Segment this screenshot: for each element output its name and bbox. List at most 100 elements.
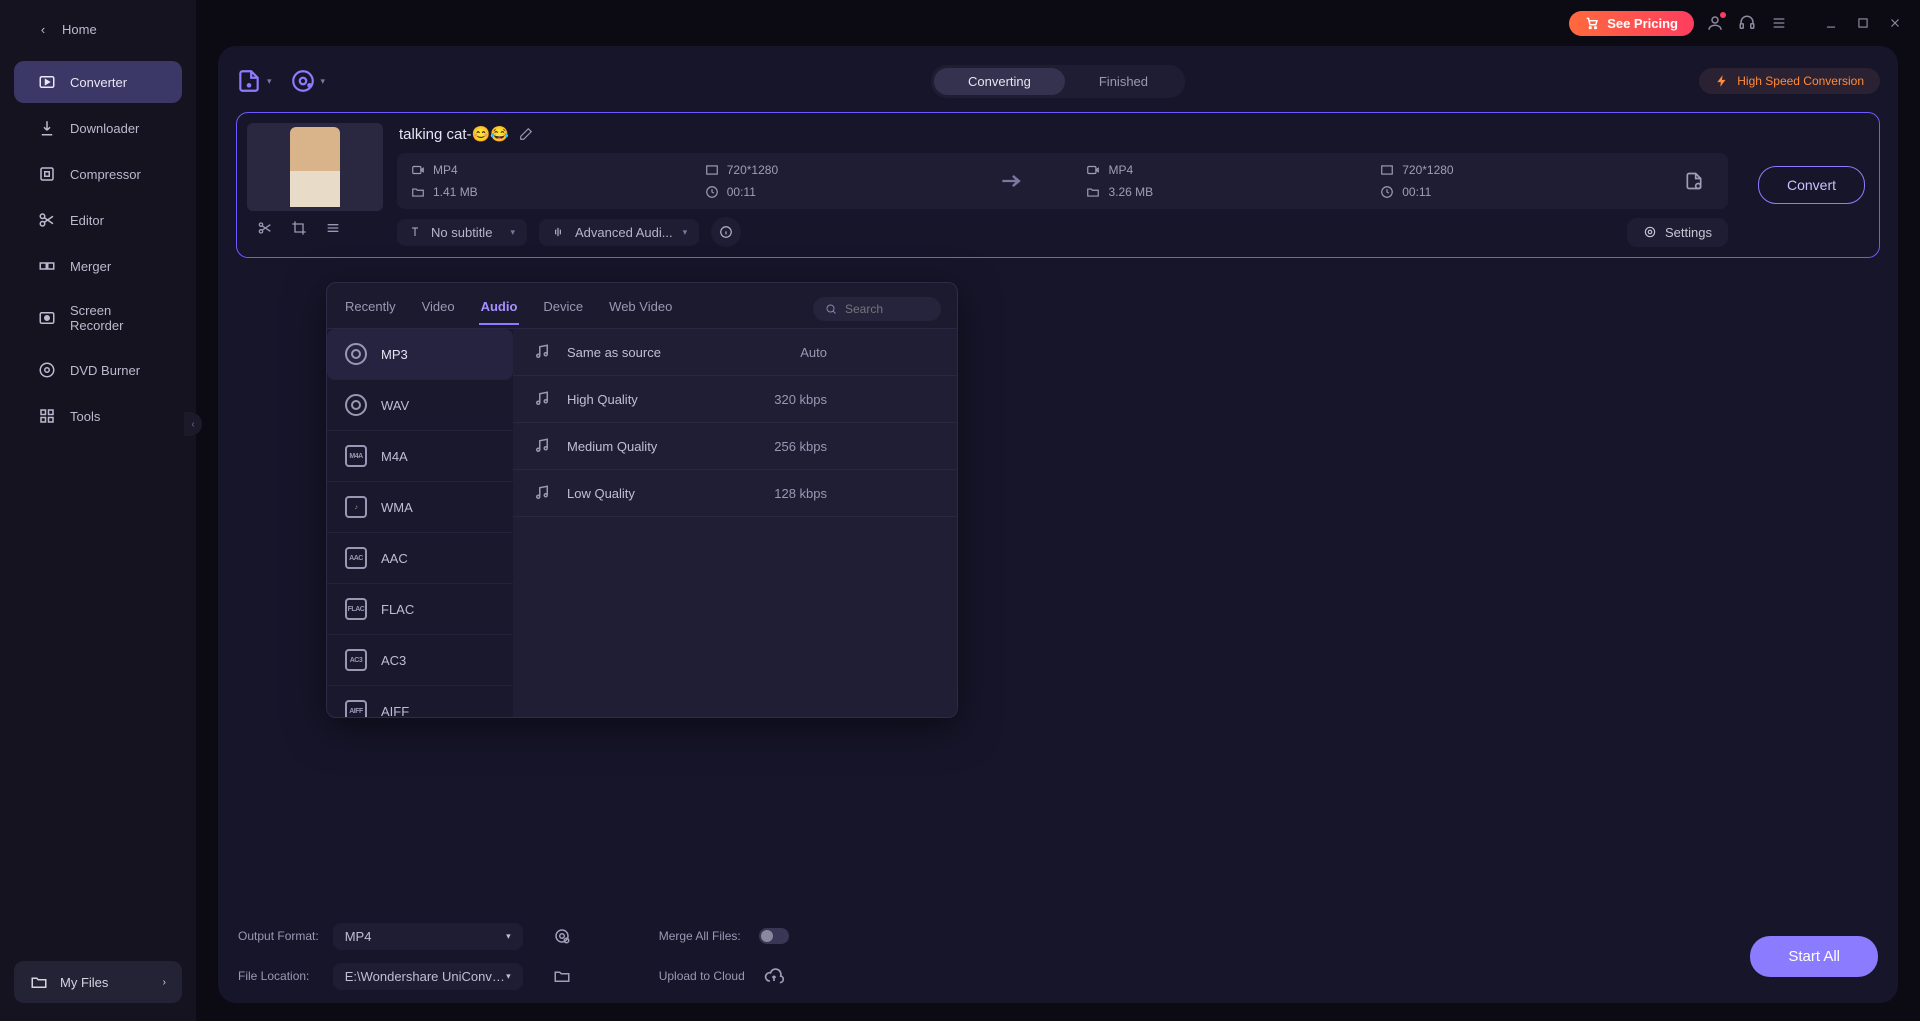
file-location-select[interactable]: E:\Wondershare UniConverter 1 ▾ bbox=[333, 963, 523, 990]
cloud-upload-button[interactable] bbox=[759, 961, 789, 991]
format-label: MP3 bbox=[381, 347, 408, 362]
format-item-aiff[interactable]: AIFFAIFF bbox=[327, 686, 513, 717]
scissors-icon bbox=[38, 211, 56, 229]
sidebar-home-label: Home bbox=[62, 22, 97, 37]
file-settings-button[interactable]: Settings bbox=[1627, 218, 1728, 247]
sidebar-item-dvd-burner[interactable]: DVD Burner bbox=[14, 349, 182, 391]
quality-low[interactable]: Low Quality 128 kbps bbox=[513, 470, 957, 517]
format-label: AAC bbox=[381, 551, 408, 566]
format-search[interactable] bbox=[813, 297, 941, 321]
quality-same-as-source[interactable]: Same as source Auto bbox=[513, 329, 957, 376]
format-tab-device[interactable]: Device bbox=[541, 293, 585, 324]
sidebar-item-editor[interactable]: Editor bbox=[14, 199, 182, 241]
lightning-icon bbox=[1715, 74, 1729, 88]
resolution-icon bbox=[1380, 163, 1394, 177]
quality-name: Medium Quality bbox=[567, 439, 657, 454]
format-item-m4a[interactable]: M4AM4A bbox=[327, 431, 513, 482]
output-format-select[interactable]: MP4 ▾ bbox=[333, 923, 523, 950]
edit-title-icon[interactable] bbox=[519, 127, 533, 141]
format-item-mp3[interactable]: MP3 bbox=[327, 329, 513, 380]
quality-high[interactable]: High Quality 320 kbps bbox=[513, 376, 957, 423]
close-button[interactable] bbox=[1884, 12, 1906, 34]
info-button[interactable] bbox=[711, 217, 741, 247]
file-card[interactable]: talking cat-😊😂 MP4 720*1280 MP4 720*1280… bbox=[236, 112, 1880, 258]
format-tab-audio[interactable]: Audio bbox=[479, 293, 520, 324]
chevron-down-icon: ▾ bbox=[321, 76, 326, 87]
output-settings-button[interactable] bbox=[547, 921, 577, 951]
sidebar-item-label: Editor bbox=[70, 213, 104, 228]
sidebar-item-label: Converter bbox=[70, 75, 127, 90]
resolution-icon bbox=[705, 163, 719, 177]
chevron-down-icon: ▾ bbox=[506, 931, 511, 942]
see-pricing-button[interactable]: See Pricing bbox=[1569, 11, 1694, 36]
sidebar-collapse-toggle[interactable]: ‹ bbox=[184, 412, 202, 436]
music-note-icon bbox=[533, 484, 551, 502]
sidebar-item-tools[interactable]: Tools bbox=[14, 395, 182, 437]
format-tab-web-video[interactable]: Web Video bbox=[607, 293, 674, 324]
add-file-button[interactable]: ▾ bbox=[236, 68, 272, 94]
chevron-right-icon: › bbox=[163, 977, 166, 988]
sidebar-item-screen-recorder[interactable]: Screen Recorder bbox=[14, 291, 182, 345]
src-duration: 00:11 bbox=[727, 185, 756, 199]
sidebar-item-merger[interactable]: Merger bbox=[14, 245, 182, 287]
format-item-flac[interactable]: FLACFLAC bbox=[327, 584, 513, 635]
sidebar-item-converter[interactable]: Converter bbox=[14, 61, 182, 103]
cart-icon bbox=[1585, 16, 1599, 30]
search-icon bbox=[825, 303, 837, 315]
chevron-down-icon: ▾ bbox=[267, 76, 272, 87]
format-list[interactable]: MP3 WAV M4AM4A ♪WMA AACAAC FLACFLAC AC3A… bbox=[327, 329, 513, 717]
format-tab-video[interactable]: Video bbox=[420, 293, 457, 324]
sidebar-item-label: Tools bbox=[70, 409, 100, 424]
sidebar-item-label: Downloader bbox=[70, 121, 139, 136]
format-tab-recently[interactable]: Recently bbox=[343, 293, 398, 324]
output-settings-icon[interactable] bbox=[1674, 171, 1714, 191]
my-files-label: My Files bbox=[60, 975, 108, 990]
clock-icon bbox=[705, 185, 719, 199]
bottom-bar: Output Format: MP4 ▾ Merge All Files: Fi… bbox=[238, 921, 1878, 991]
tab-converting[interactable]: Converting bbox=[934, 68, 1065, 95]
format-label: AC3 bbox=[381, 653, 406, 668]
arrow-right-icon bbox=[998, 168, 1058, 194]
sidebar: ‹ Home Converter Downloader Compressor E… bbox=[0, 0, 196, 1021]
maximize-button[interactable] bbox=[1852, 12, 1874, 34]
hamburger-menu-icon[interactable] bbox=[1768, 12, 1790, 34]
quality-value: Auto bbox=[800, 345, 937, 360]
quality-medium[interactable]: Medium Quality 256 kbps bbox=[513, 423, 957, 470]
my-files-button[interactable]: My Files › bbox=[14, 961, 182, 1003]
merge-icon bbox=[38, 257, 56, 275]
output-format-value: MP4 bbox=[345, 929, 372, 944]
quality-value: 256 kbps bbox=[774, 439, 937, 454]
audio-select[interactable]: Advanced Audi... ▾ bbox=[539, 219, 699, 246]
trim-button[interactable] bbox=[253, 217, 277, 239]
account-icon[interactable] bbox=[1704, 12, 1726, 34]
sidebar-item-label: Merger bbox=[70, 259, 111, 274]
add-from-dvd-button[interactable]: ▾ bbox=[290, 68, 326, 94]
format-item-wav[interactable]: WAV bbox=[327, 380, 513, 431]
format-item-aac[interactable]: AACAAC bbox=[327, 533, 513, 584]
convert-button[interactable]: Convert bbox=[1758, 166, 1865, 204]
open-folder-button[interactable] bbox=[547, 961, 577, 991]
start-all-button[interactable]: Start All bbox=[1750, 936, 1878, 977]
sidebar-item-compressor[interactable]: Compressor bbox=[14, 153, 182, 195]
format-item-wma[interactable]: ♪WMA bbox=[327, 482, 513, 533]
format-search-input[interactable] bbox=[845, 302, 929, 316]
text-icon bbox=[409, 226, 421, 238]
audio-value: Advanced Audi... bbox=[575, 225, 673, 240]
see-pricing-label: See Pricing bbox=[1607, 16, 1678, 31]
target-icon bbox=[1643, 225, 1657, 239]
high-speed-toggle[interactable]: High Speed Conversion bbox=[1699, 68, 1880, 94]
headset-icon[interactable] bbox=[1736, 12, 1758, 34]
src-resolution: 720*1280 bbox=[727, 163, 778, 177]
sidebar-home[interactable]: ‹ Home bbox=[14, 10, 182, 49]
crop-button[interactable] bbox=[287, 217, 311, 239]
merge-toggle[interactable] bbox=[759, 928, 789, 944]
sidebar-item-downloader[interactable]: Downloader bbox=[14, 107, 182, 149]
more-edit-button[interactable] bbox=[321, 217, 345, 239]
tab-finished[interactable]: Finished bbox=[1065, 68, 1182, 95]
video-icon bbox=[1086, 163, 1100, 177]
subtitle-select[interactable]: No subtitle ▾ bbox=[397, 219, 527, 246]
music-note-icon bbox=[533, 390, 551, 408]
minimize-button[interactable] bbox=[1820, 12, 1842, 34]
format-item-ac3[interactable]: AC3AC3 bbox=[327, 635, 513, 686]
clock-icon bbox=[1380, 185, 1394, 199]
